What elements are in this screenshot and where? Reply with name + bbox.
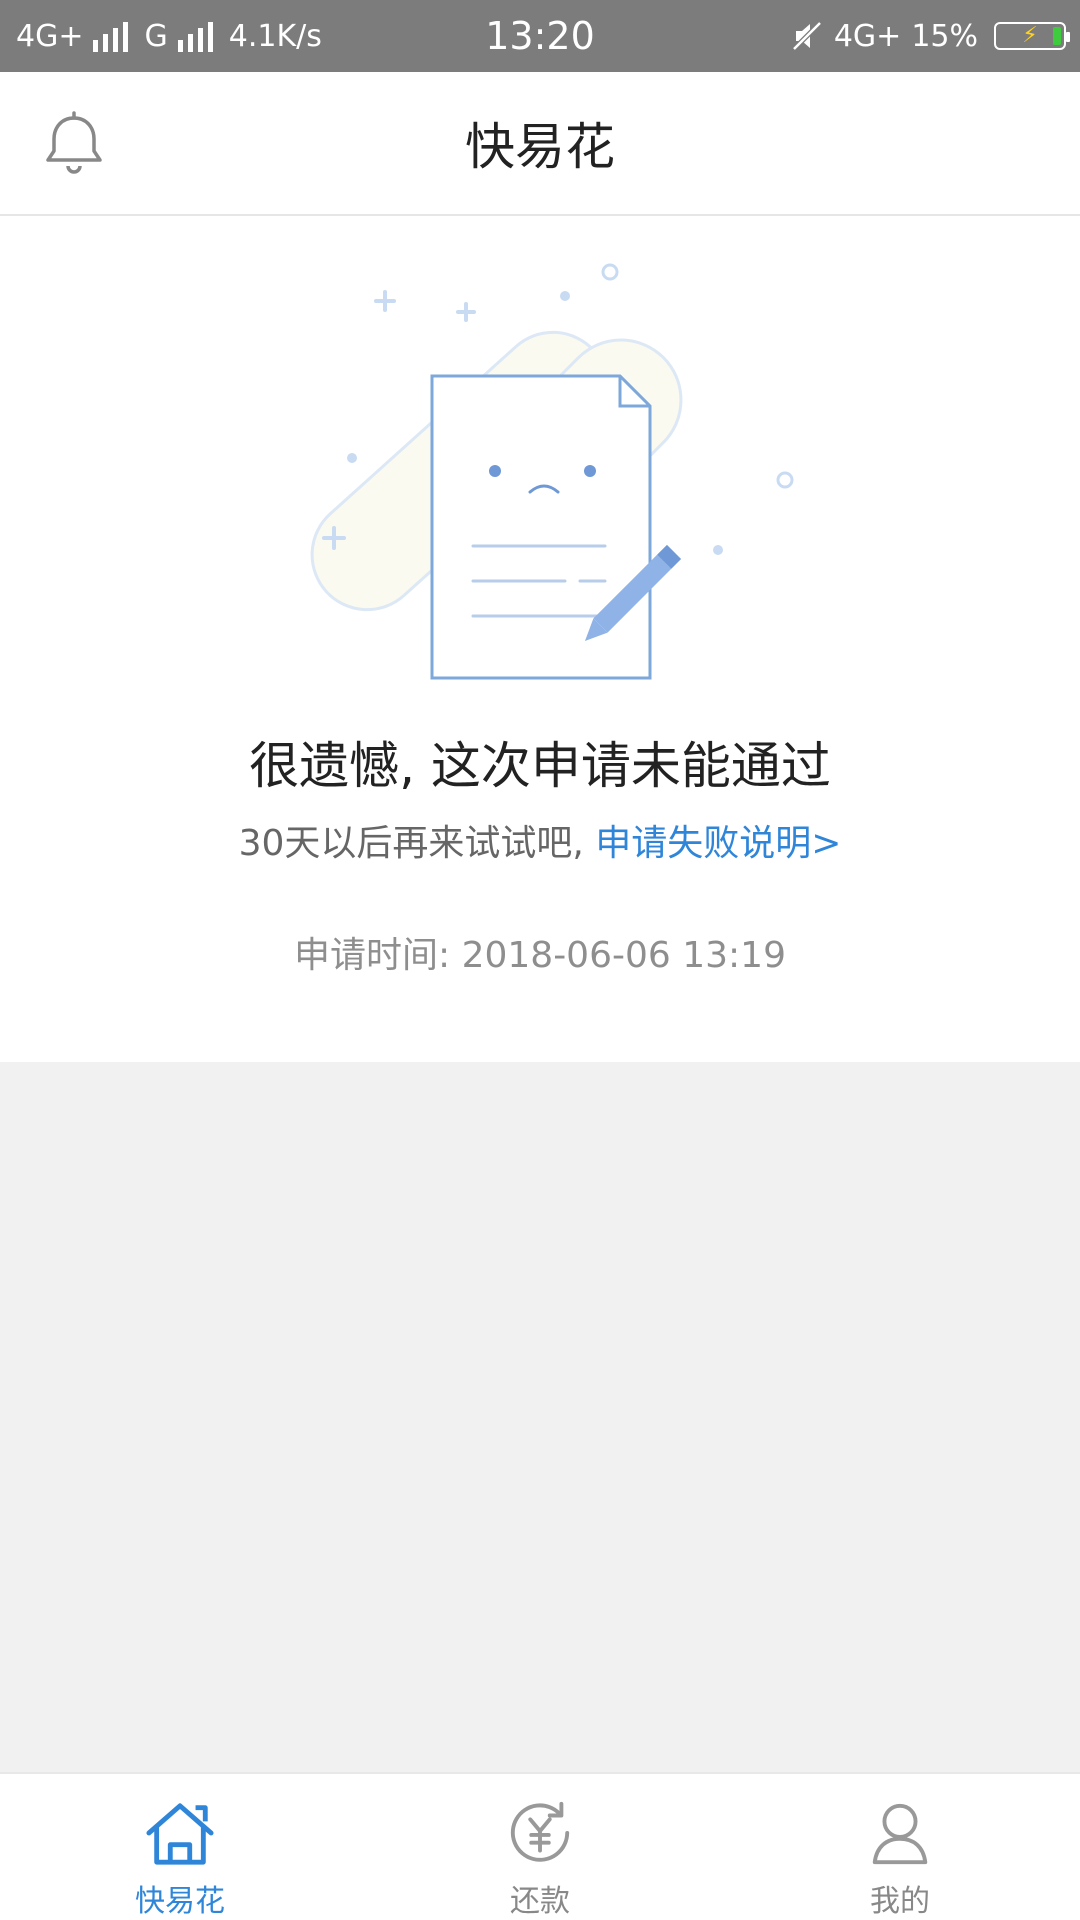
signal-icon-2	[177, 20, 213, 52]
nav-label-repay: 还款	[510, 1884, 570, 1919]
network-label-2: G	[144, 18, 168, 54]
status-bar: 4G+ G 4.1K/s 13:20 4G+ 15% ⚡	[0, 0, 1080, 72]
network-label-right: 4G+	[833, 18, 902, 54]
user-icon	[872, 1803, 928, 1865]
network-label-1: 4G+	[16, 18, 84, 54]
status-left: 4G+ G 4.1K/s	[16, 19, 322, 54]
nav-label-mine: 我的	[870, 1884, 930, 1919]
nav-label-home: 快易花	[135, 1884, 225, 1919]
rejected-document-illustration	[310, 263, 794, 680]
screen: 4G+ G 4.1K/s 13:20 4G+ 15% ⚡ 快易花 很遗憾, 这次…	[0, 0, 1080, 1920]
app-header: 快易花	[0, 72, 1080, 216]
home-icon	[146, 1803, 214, 1865]
retry-hint: 30天以后再来试试吧,	[238, 823, 596, 864]
bottom-nav: 快易花 还款 我的	[0, 1772, 1080, 1920]
result-headline: 很遗憾, 这次申请未能通过	[249, 737, 831, 795]
mute-icon	[792, 21, 822, 51]
repay-icon	[510, 1801, 570, 1862]
nav-item-mine[interactable]: 我的	[720, 1774, 1080, 1920]
network-speed: 4.1K/s	[228, 18, 322, 54]
nav-item-home[interactable]: 快易花	[0, 1774, 360, 1920]
battery-icon: ⚡	[994, 22, 1070, 50]
page-title: 快易花	[465, 118, 615, 176]
status-right: 4G+ 15% ⚡	[790, 18, 1070, 54]
nav-item-repay[interactable]: 还款	[360, 1774, 720, 1920]
bell-icon[interactable]	[38, 108, 110, 180]
signal-icon	[93, 20, 129, 52]
result-panel: 很遗憾, 这次申请未能通过 30天以后再来试试吧, 申请失败说明> 申请时间: …	[0, 216, 1080, 1062]
failure-explanation-link[interactable]: 申请失败说明>	[595, 823, 841, 864]
battery-percent: 15%	[911, 18, 978, 54]
result-subline: 30天以后再来试试吧, 申请失败说明>	[0, 814, 1080, 866]
apply-time: 申请时间: 2018-06-06 13:19	[294, 935, 786, 976]
